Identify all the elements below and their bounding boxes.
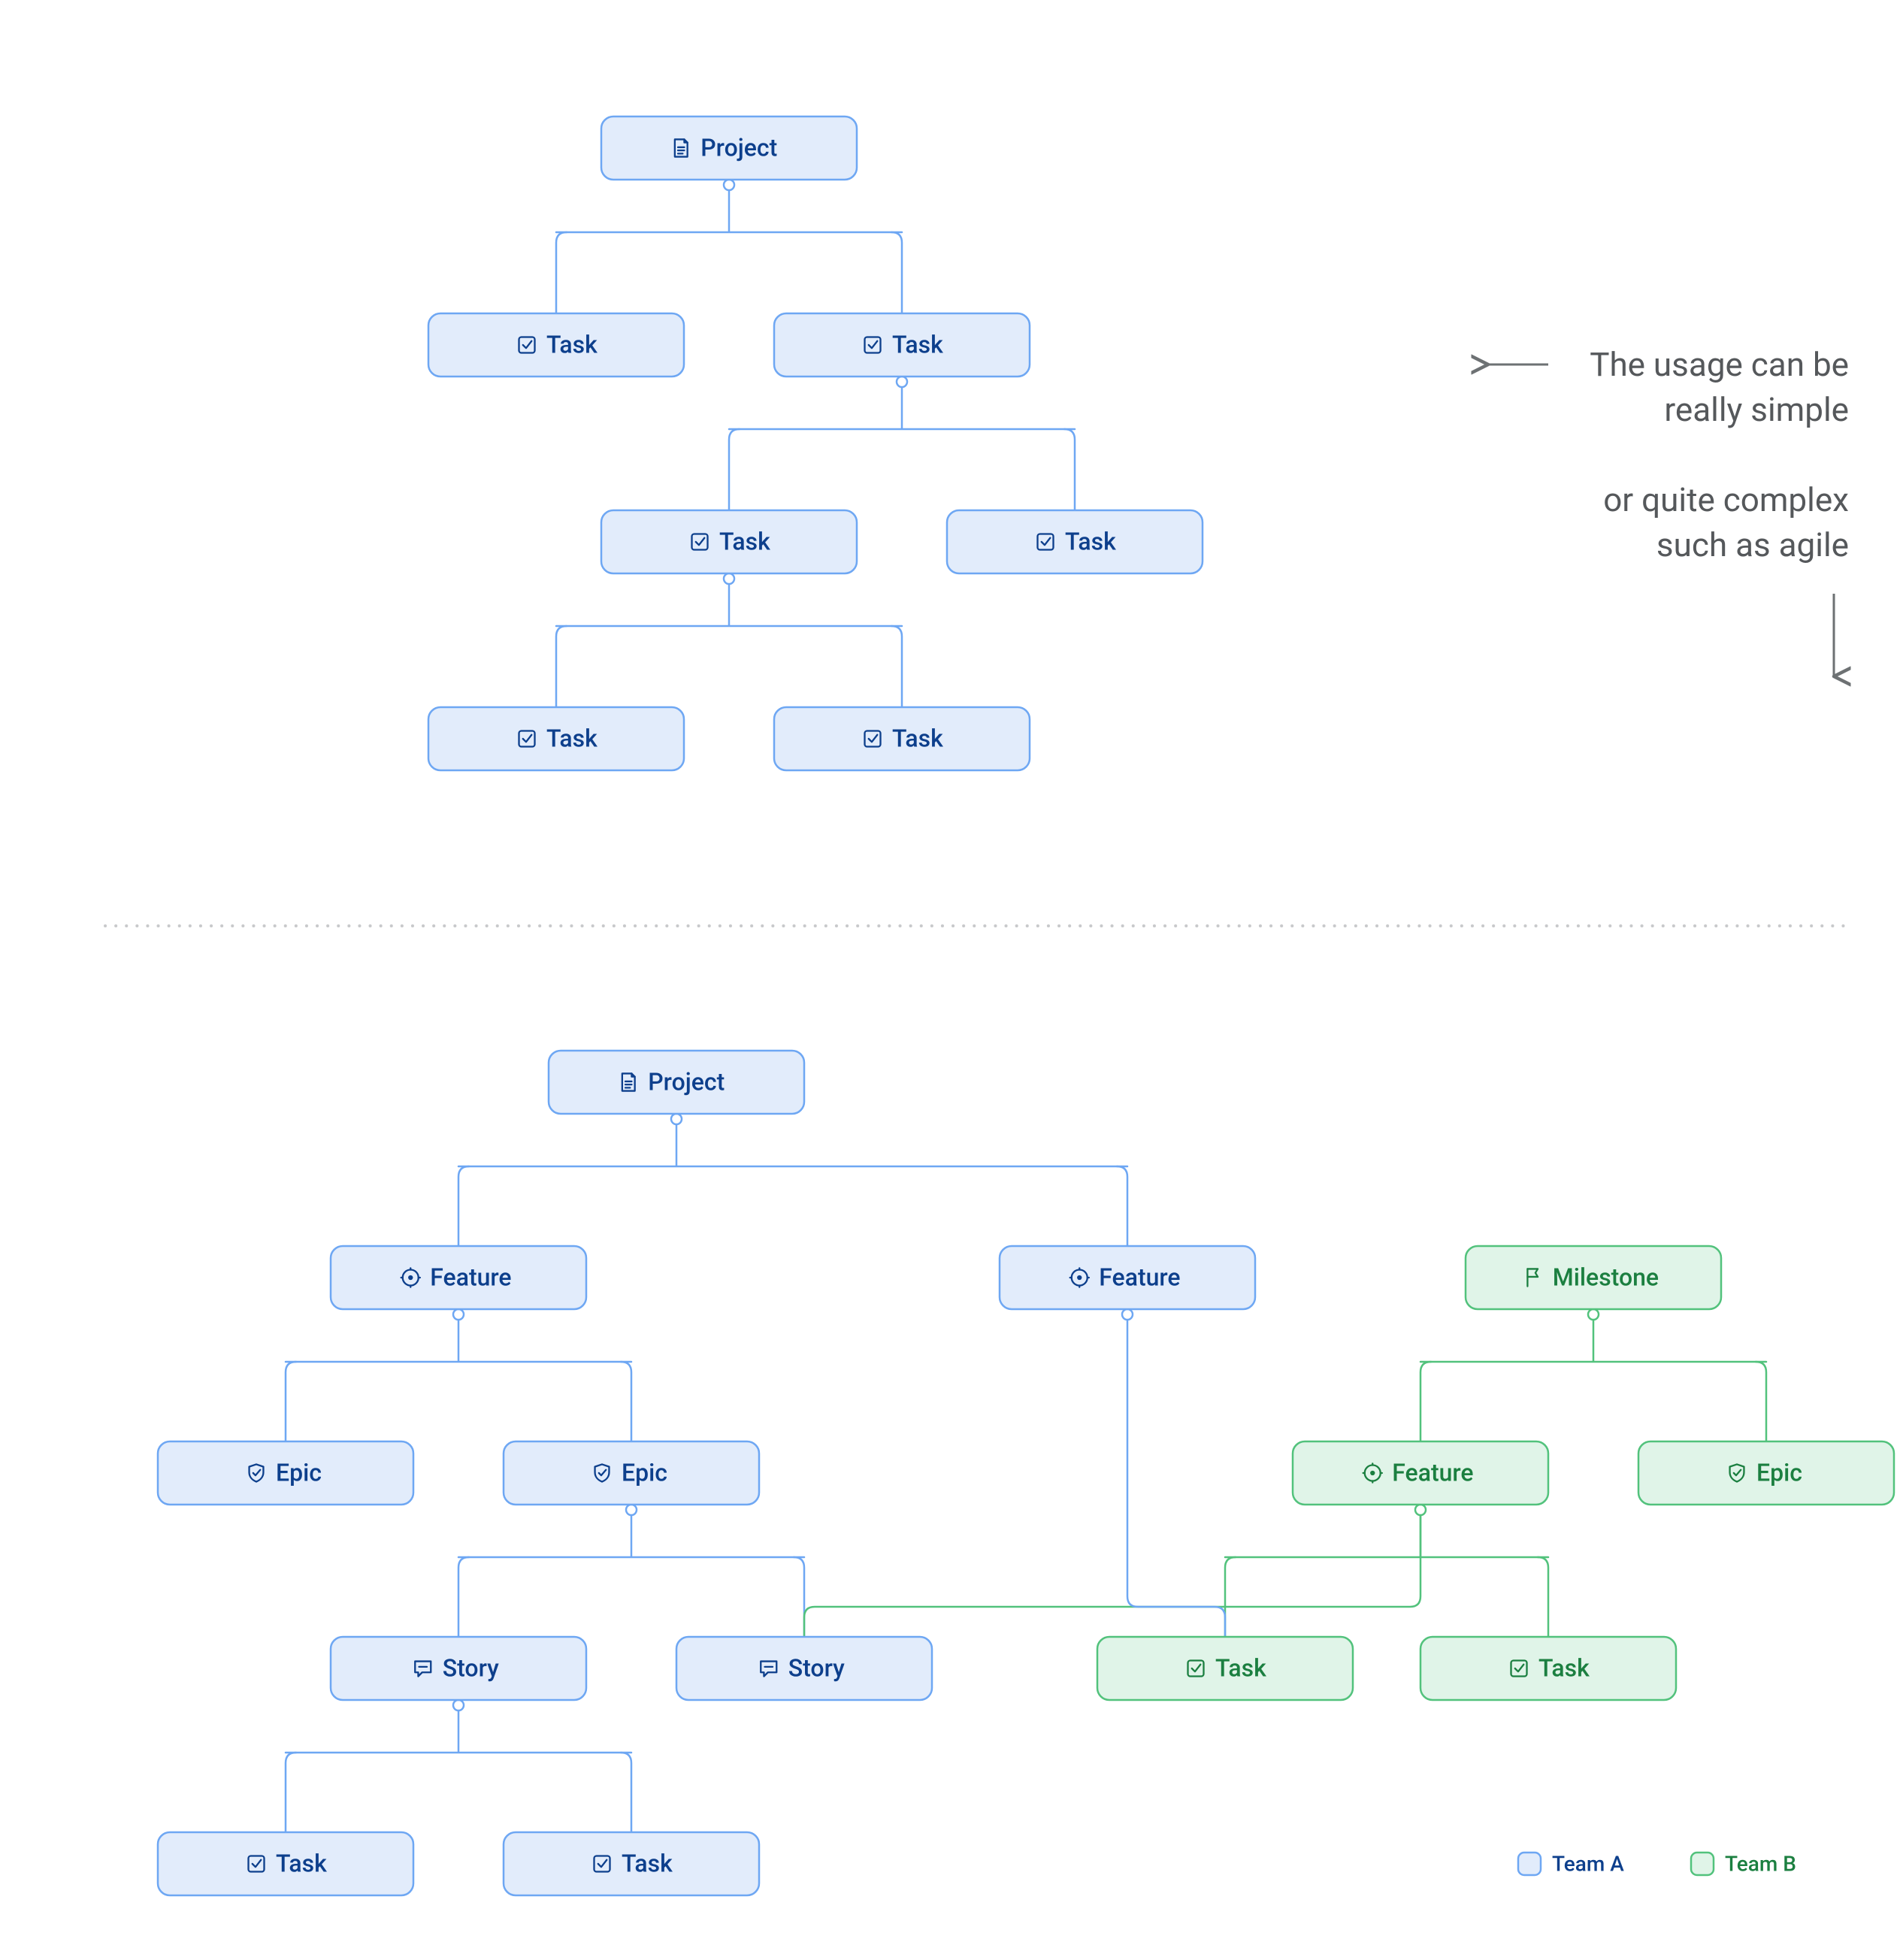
node-a_story_b: Story [676,1637,932,1700]
node-a_task_d: Task [504,1832,759,1895]
node-label: Story [788,1653,845,1682]
node-label: Task [892,330,943,358]
legend-label-a: Team A [1552,1851,1624,1876]
edge-from-a_feat_b [1127,1320,1225,1637]
node-s_task_l2_a: Task [601,510,857,573]
connector-knob [453,1309,464,1320]
edge-from-a_project [458,1124,1127,1246]
node-a_story_a: Story [331,1637,586,1700]
node-a_milestone: Milestone [1466,1246,1721,1309]
node-label: Task [622,1849,673,1877]
node-a_task_b: Task [1420,1637,1676,1700]
diagram-canvas: The usage can be really simple or quite … [0,0,1903,1960]
connector-knob [897,377,907,387]
connector-knob [626,1505,637,1515]
node-s_task_l3_a: Task [428,707,684,770]
legend-label-b: Team B [1725,1851,1796,1876]
node-label: Task [892,724,943,752]
node-s_task_l3_b: Task [774,707,1030,770]
annotation-block: The usage can be really simple or quite … [1488,345,1849,676]
node-label: Project [648,1067,725,1096]
connector-knob [1415,1505,1426,1515]
legend: Team A Team B [1518,1851,1796,1876]
annotation-line-2: really simple [1664,390,1849,429]
node-label: Task [1215,1653,1266,1682]
node-a_project: Project [549,1051,804,1114]
node-label: Project [700,133,777,162]
node-a_epic_a: Epic [158,1441,413,1505]
edge-from-a_story_a [286,1710,631,1832]
edges-layer [286,180,1766,1832]
node-s_project: Project [601,116,857,180]
annotation-line-3: or quite complex [1603,480,1849,519]
node-label: Epic [622,1458,667,1487]
node-label: Feature [1099,1263,1180,1291]
connector-knob [453,1700,464,1710]
legend-swatch-b [1691,1853,1714,1875]
legend-swatch-a [1518,1853,1541,1875]
node-s_task_l2_b: Task [947,510,1203,573]
node-a_feat_a: Feature [331,1246,586,1309]
node-a_feat_c: Feature [1293,1441,1548,1505]
node-label: Task [1538,1653,1590,1682]
node-label: Task [546,330,598,358]
node-label: Task [276,1849,327,1877]
node-a_feat_b: Feature [1000,1246,1255,1309]
node-a_task_a: Task [1097,1637,1353,1700]
connector-knob [724,180,734,190]
node-s_task_l1_a: Task [428,313,684,377]
node-a_epic_b: Epic [504,1441,759,1505]
edge-from-s_task_l1_b [729,387,1075,510]
node-label: Task [719,527,770,555]
edge-from-s_task_l2_a [556,584,902,707]
edge-from-a_epic_b [458,1515,804,1637]
edge-from-a_feat_c [804,1515,1548,1637]
annotation-line-4: such as agile [1656,525,1849,564]
node-label: Feature [430,1263,511,1291]
connector-knob [671,1114,682,1124]
connector-knob [1588,1309,1599,1320]
node-label: Task [1065,527,1116,555]
node-label: Task [546,724,598,752]
edge-from-s_project [556,190,902,313]
node-label: Epic [1756,1458,1802,1487]
node-a_task_c: Task [158,1832,413,1895]
edge-from-a_feat_a [286,1320,631,1441]
node-a_epic_c: Epic [1638,1441,1894,1505]
edge-from-a_milestone [1420,1320,1766,1441]
node-label: Feature [1392,1458,1473,1487]
node-label: Epic [276,1458,322,1487]
node-label: Milestone [1553,1263,1659,1291]
connector-knob [1122,1309,1133,1320]
node-s_task_l1_b: Task [774,313,1030,377]
node-label: Story [443,1653,499,1682]
connector-knob [724,573,734,584]
annotation-line-1: The usage can be [1590,345,1849,384]
